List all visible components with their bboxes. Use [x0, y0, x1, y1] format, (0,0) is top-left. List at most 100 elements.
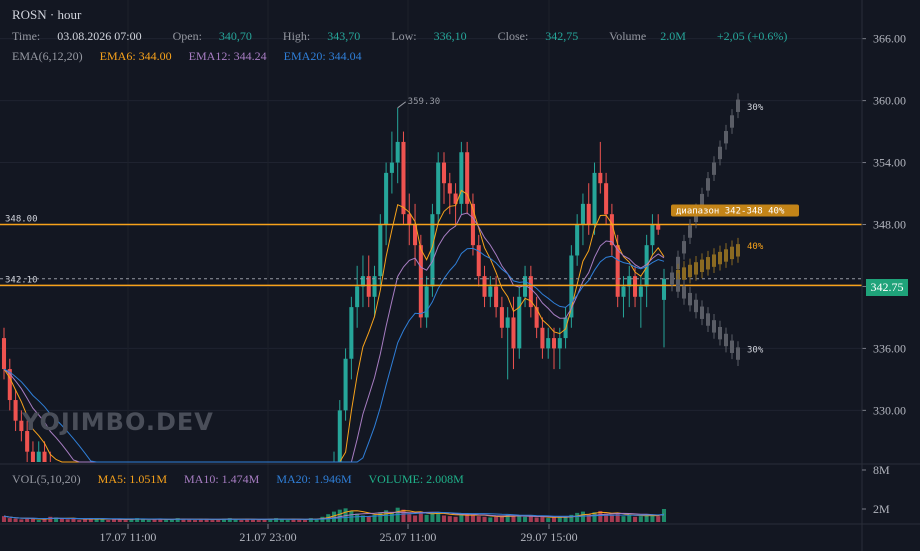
volume-bar	[621, 516, 626, 522]
vol-tick-label: 8M	[873, 463, 890, 477]
price-chart[interactable]: 348.00 342.10 359.30 30% 40% 30% диапазон 342…	[0, 0, 920, 551]
symbol-line: ROSN · hour	[12, 7, 82, 22]
volume-bar	[100, 519, 105, 522]
volume-bar	[424, 514, 429, 522]
candle-body	[476, 245, 481, 277]
candle-body	[557, 338, 562, 349]
candle-body	[401, 141, 406, 215]
forecast-candle	[724, 131, 728, 144]
volume-bar	[488, 517, 493, 522]
forecast-candle	[694, 262, 698, 275]
candle-body	[36, 451, 41, 462]
volume-bar	[551, 517, 557, 522]
x-tick-label: 29.07 15:00	[520, 530, 577, 544]
forecast-candle	[730, 115, 734, 128]
grid-lines	[0, 0, 920, 551]
volume-bar	[615, 512, 620, 522]
candle-body	[575, 224, 580, 256]
volume-bar	[656, 516, 661, 522]
candle-body	[540, 327, 545, 349]
volume-bar	[48, 516, 53, 522]
level-label: 348.00	[5, 215, 38, 225]
candle-body	[355, 286, 360, 308]
forecast-candle	[688, 292, 692, 306]
candle-body	[424, 286, 429, 318]
forecast-candle	[700, 259, 704, 273]
volume-bar	[366, 516, 371, 522]
forecast-candle	[706, 313, 710, 326]
ohlc-row: Time: 03.08.2026 07:00 Open: 340,70 High…	[12, 29, 801, 44]
volume-bar	[13, 518, 18, 522]
open-value: 340,70	[218, 29, 252, 43]
volume-bar	[164, 520, 169, 522]
candle-body	[30, 451, 35, 462]
candle-body	[378, 224, 383, 277]
volume-bar	[1, 516, 7, 522]
y-tick-label: 330.00	[873, 403, 906, 417]
x-tick-label: 21.07 23:00	[239, 530, 296, 544]
forecast-candle	[676, 279, 680, 292]
forecast-candle	[706, 257, 710, 270]
current-price-badge: 342.75	[866, 279, 908, 296]
candle-body	[482, 276, 487, 297]
candle-body	[395, 141, 400, 163]
candle-body	[505, 317, 510, 328]
candle-body	[13, 400, 18, 421]
candle-body	[389, 162, 394, 173]
forecast-candle	[736, 244, 740, 257]
forecast-candle	[694, 299, 698, 313]
ema6-value: EMA6: 344.00	[99, 49, 172, 63]
vol-ma5: MA5: 1.051M	[97, 472, 167, 486]
volume-bar	[580, 511, 585, 522]
scenario-label: 40%	[747, 242, 764, 252]
forecast-candle	[700, 306, 704, 319]
volume-bar	[193, 520, 198, 522]
candle-body	[580, 203, 585, 225]
candle-body	[441, 162, 447, 184]
forecast-candle	[700, 193, 704, 207]
volume-bar	[106, 520, 111, 522]
volume-bar	[523, 516, 528, 522]
volume-bar	[7, 518, 12, 522]
volume-bar	[476, 516, 481, 522]
y-tick-label: 360.00	[873, 94, 906, 108]
volume-bar	[42, 519, 47, 522]
candle-body	[418, 245, 423, 318]
candle-body	[551, 338, 557, 349]
volume-bar	[609, 514, 614, 522]
forecast-candle	[724, 333, 728, 347]
volume-bar	[239, 520, 244, 522]
range-badge-label: диапазон 342-348 40%	[676, 207, 785, 217]
volume-bar	[441, 515, 447, 522]
candle-body	[372, 276, 377, 297]
volume-bar	[303, 520, 308, 522]
volume-bar	[389, 512, 394, 522]
y-tick-label: 336.00	[873, 341, 906, 355]
volume-bar	[233, 519, 238, 522]
ema-title: EMA(6,12,20)	[12, 49, 83, 63]
volume-bar	[511, 516, 516, 522]
volume-bar	[638, 516, 643, 522]
low-value: 336,10	[433, 29, 467, 43]
candle-body	[494, 286, 499, 308]
volume-bar	[470, 514, 475, 522]
volume-bar	[140, 519, 145, 522]
candle-body	[384, 172, 389, 225]
candle-body	[349, 307, 354, 359]
volume-bar	[187, 519, 192, 522]
background	[0, 0, 920, 551]
forecast-candle	[730, 340, 734, 353]
forecast-candle	[712, 320, 716, 333]
candle-body	[604, 183, 609, 215]
close-label: Close:	[497, 29, 529, 43]
candle-body	[586, 203, 591, 225]
candle-body	[656, 224, 661, 230]
candle-body	[534, 307, 539, 328]
volume-bar	[546, 518, 551, 522]
volume-legend: VOL(5,10,20) MA5: 1.051M MA10: 1.474M MA…	[12, 472, 478, 487]
time-value: 03.08.2026 07:00	[57, 29, 142, 43]
candle-body	[661, 278, 667, 300]
vol-ma20: MA20: 1.946M	[276, 472, 352, 486]
volume-bar	[453, 516, 458, 522]
volume-bar	[337, 509, 342, 522]
